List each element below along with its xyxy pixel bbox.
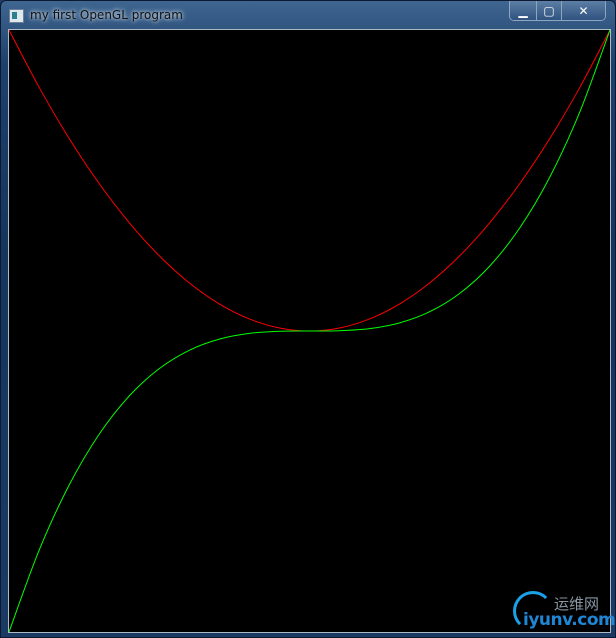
curve-x-squared	[9, 30, 610, 332]
plot-svg	[9, 30, 610, 632]
opengl-window: my first OpenGL program ▁ ▢ ✕ 运维网 iyunv.…	[0, 0, 616, 638]
curve-x-cubed	[9, 30, 610, 632]
title-bar[interactable]: my first OpenGL program ▁ ▢ ✕	[1, 1, 615, 29]
window-controls: ▁ ▢ ✕	[509, 1, 606, 21]
watermark-en: iyunv.com	[523, 610, 616, 630]
minimize-button[interactable]: ▁	[510, 1, 536, 20]
close-button[interactable]: ✕	[561, 1, 605, 20]
app-icon[interactable]	[9, 9, 24, 23]
maximize-button[interactable]: ▢	[536, 1, 561, 20]
window-title: my first OpenGL program	[30, 8, 183, 22]
opengl-canvas	[8, 29, 611, 633]
watermark: 运维网 iyunv.com	[513, 591, 616, 631]
